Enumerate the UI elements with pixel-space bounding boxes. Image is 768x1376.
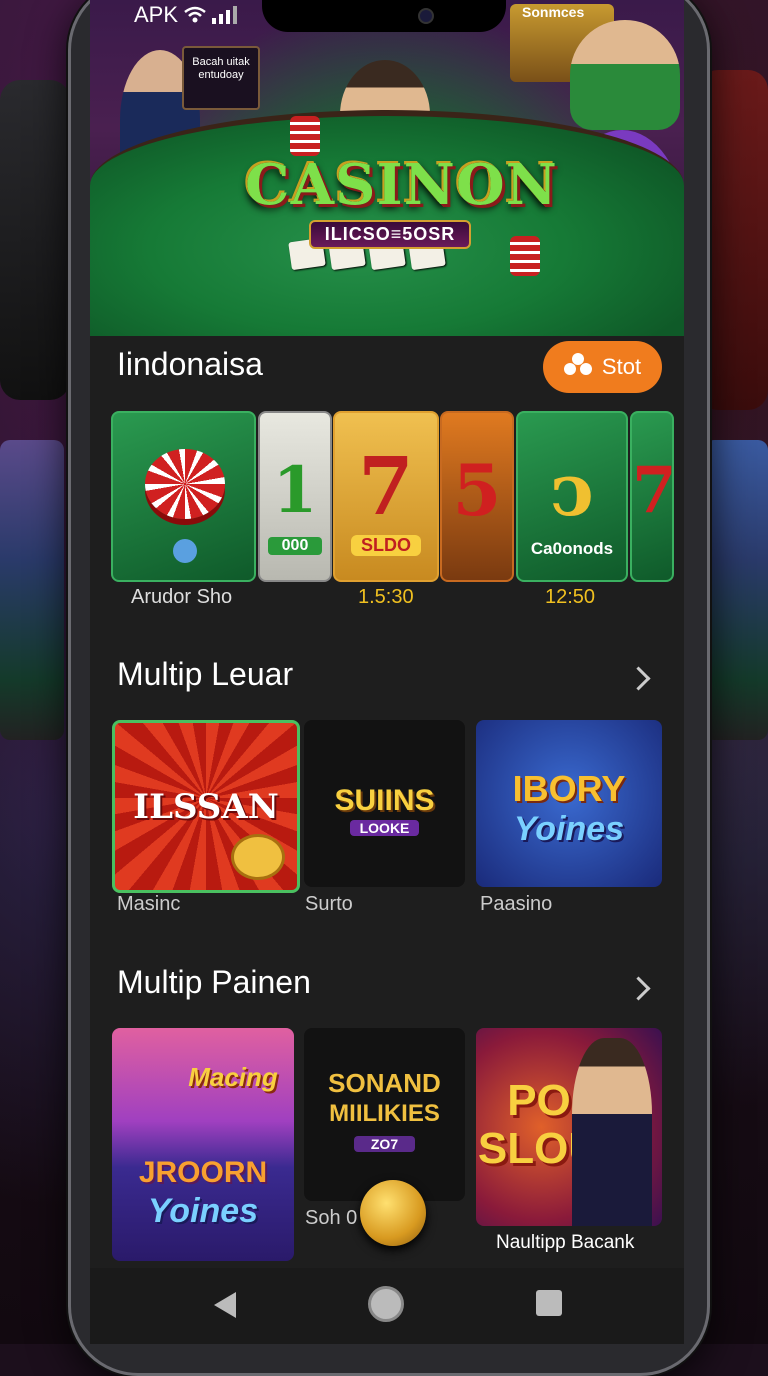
status-bar: APK [134,2,238,28]
tile-label: Paasino [480,893,553,915]
phone-notch [262,0,506,32]
stot-button-label: Stot [601,354,642,379]
section1-title: Iindonaisa [117,346,263,382]
game-art-subtext: LOOKE [350,820,419,836]
game-art-subtext: ZO7 [354,1136,415,1152]
background-slot-machine-right [704,440,768,740]
reel-caption: 000 [268,537,322,555]
section3-title: Multip Painen [117,964,311,1000]
chevron-right-icon[interactable] [626,976,651,1001]
tile-label: 1.5:30 [358,586,414,608]
game-tile-po-slou[interactable]: PO SLOU [476,1028,662,1226]
slot-reel-5[interactable]: 7 [630,411,674,582]
reel-digit: 5 [452,449,502,532]
android-nav-bar [90,1268,684,1344]
wifi-icon [184,6,206,24]
stot-icon [563,351,592,383]
game-tile-ilssan[interactable]: ILSSAN [112,720,300,893]
game-art-text: SUIINS [334,784,435,817]
dealer-figure [572,1038,652,1226]
logo-subtitle: ILICSO≡5OSR [308,220,472,249]
reel-digit: 7 [632,453,674,528]
tile-label: Soh 0 [305,1207,358,1229]
game-art-text: ILSSAN [133,787,279,827]
game-tile-suiins[interactable]: SUIINS LOOKE [304,720,465,887]
game-art-text: IBORY [512,768,626,809]
recents-icon[interactable] [536,1290,562,1316]
back-icon[interactable] [212,1290,238,1325]
home-icon[interactable] [368,1286,404,1322]
hero-sign-left-text: Bacah uitak entudoay [192,56,250,81]
gold-coin-icon [360,1180,426,1246]
hero-sign-left: Bacah uitak entudoay [182,46,260,110]
chevron-right-icon[interactable] [626,666,651,691]
tile-label: Masinc [117,893,181,915]
reel-caption: SLDO [351,535,421,556]
slot-tile-chip[interactable] [111,411,256,582]
hero-figure-man-green [570,20,680,130]
tile-label: Naultipp Bacank [496,1232,635,1253]
slot-reel-1[interactable]: 1 000 [258,411,332,582]
background-slot-machine-left [0,440,64,740]
hero-slot-sign-label: Sonmces [522,4,585,20]
game-art-text: SONAND [328,1068,441,1098]
hero-banner[interactable]: Bacah uitak entudoay Sonmces CASINON ILI… [90,0,684,336]
background-chair-left [0,80,70,400]
slot-reel-3[interactable]: 5 [440,411,514,582]
game-art-subtext: Yoines [147,1192,259,1230]
phone-screen: Bacah uitak entudoay Sonmces CASINON ILI… [90,0,684,1344]
status-bar-label: APK [134,2,179,27]
game-art-subtext: MIILIKIES [329,1100,440,1127]
stot-button[interactable]: Stot [543,341,662,393]
casino-logo: CASINON ILICSO≡5OSR [245,150,558,250]
poker-chip-icon [145,449,225,519]
reel-digit: 1 [272,453,318,528]
tile-label: Arudor Sho [131,586,233,608]
blue-gem-icon [173,539,197,563]
slot-reel-4[interactable]: ↄ Ca0onods [516,411,628,582]
reel-digit: 7 [358,439,414,533]
tile-label: 12:50 [545,586,596,608]
signal-icon [212,6,238,24]
tile-label: Surto [305,893,353,915]
game-tile-ibory[interactable]: IBORY Yoines [476,720,662,887]
section2-title: Multip Leuar [117,656,294,692]
reel-digit: ↄ [550,447,594,532]
coin-icon [231,834,285,880]
game-art-text: Macing [188,1062,278,1092]
game-tile-macing[interactable]: Macing JROORN Yoines [112,1028,294,1261]
logo-title: CASINON [245,152,558,218]
game-art-subtext: Yoines [513,810,625,848]
game-tile-sonand[interactable]: SONAND MIILIKIES ZO7 [304,1028,465,1201]
reel-caption: Ca0onods [530,539,614,558]
slot-reel-2[interactable]: 7 SLDO [333,411,439,582]
game-art-subtext: JROORN [138,1156,268,1189]
front-camera [418,8,434,24]
